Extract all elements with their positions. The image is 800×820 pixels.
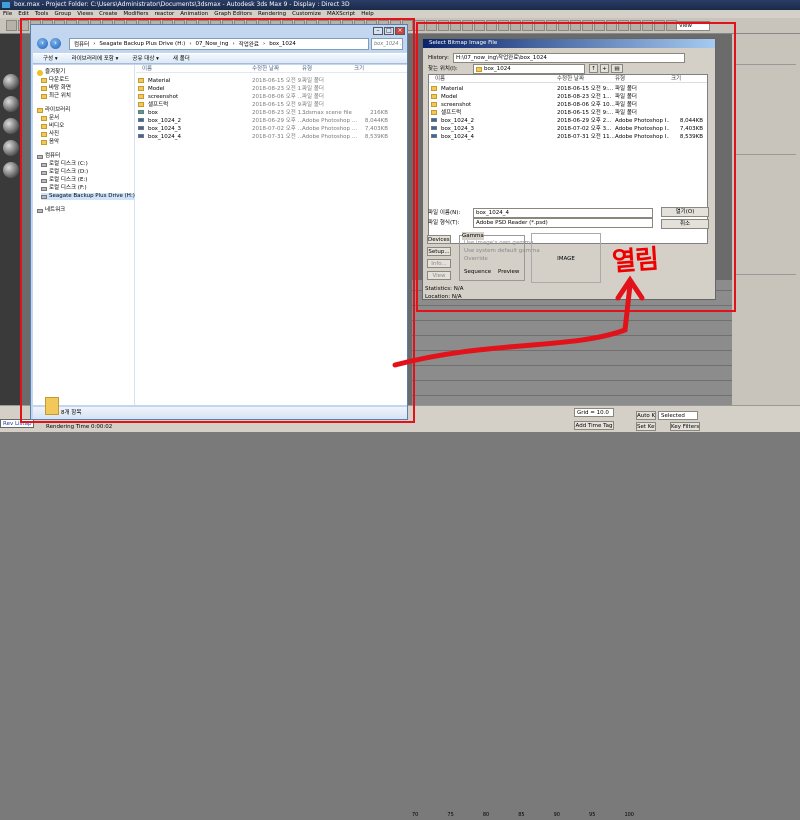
rendering-time: Rendering Time 0:00:02 — [46, 424, 113, 430]
time-tick-label: 95 — [589, 812, 596, 818]
menu-item[interactable]: reactor — [152, 10, 178, 18]
time-tick-label: 90 — [553, 812, 560, 818]
menu-item[interactable]: Rendering — [255, 10, 289, 18]
time-slider-ticks: 70 75 80 85 90 95 100 — [412, 812, 634, 820]
toolbar-button[interactable] — [6, 20, 17, 31]
grid-readout: Grid = 10.0 — [574, 408, 614, 417]
menu-item[interactable]: Modifiers — [120, 10, 151, 18]
time-tick-label: 70 — [412, 812, 419, 818]
max-app-icon — [2, 2, 10, 8]
command-panel — [732, 34, 800, 414]
menu-item[interactable]: MAXScript — [324, 10, 358, 18]
menu-item[interactable]: Tools — [32, 10, 52, 18]
material-sphere[interactable] — [3, 74, 19, 90]
menu-item[interactable]: Animation — [177, 10, 211, 18]
material-sphere[interactable] — [3, 140, 19, 156]
menu-item[interactable]: Edit — [15, 10, 32, 18]
add-time-tag-button[interactable]: Add Time Tag — [574, 421, 614, 430]
menu-item[interactable]: Customize — [289, 10, 324, 18]
material-sphere[interactable] — [3, 118, 19, 134]
divider — [736, 64, 796, 65]
annotation-text: 열림 — [611, 244, 660, 278]
menu-item[interactable]: Create — [96, 10, 120, 18]
auto-key-button[interactable]: Auto Key — [636, 411, 656, 420]
max-menubar: File Edit Tools Group Views Create Modifiers re… — [0, 10, 800, 18]
material-slots — [0, 34, 22, 424]
material-sphere[interactable] — [3, 96, 19, 112]
menu-item[interactable]: Group — [51, 10, 74, 18]
divider — [736, 154, 796, 155]
time-tick-label: 80 — [482, 812, 490, 818]
red-arrow-annotation — [392, 275, 645, 368]
time-tick-label: 100 — [624, 812, 634, 818]
time-tick-label: 85 — [518, 812, 525, 818]
highlight-box-dialog — [416, 22, 736, 312]
material-sphere[interactable] — [3, 162, 19, 178]
key-filters-button[interactable]: Key Filters... — [670, 422, 700, 431]
key-mode-dropdown[interactable]: Selected — [658, 411, 698, 420]
set-key-button[interactable]: Set Key — [636, 422, 656, 431]
grid-line — [412, 395, 732, 396]
menu-item[interactable]: Help — [358, 10, 377, 18]
menu-item[interactable]: File — [0, 10, 15, 18]
divider — [736, 274, 796, 275]
menu-item[interactable]: Views — [74, 10, 96, 18]
highlight-box-explorer — [20, 18, 415, 423]
max-title-text: box.max - Project Folder: C:\Users\Admin… — [14, 1, 350, 8]
time-tick-label: 75 — [447, 812, 454, 818]
menu-item[interactable]: Graph Editors — [211, 10, 255, 18]
max-titlebar: box.max - Project Folder: C:\Users\Admin… — [0, 0, 800, 10]
